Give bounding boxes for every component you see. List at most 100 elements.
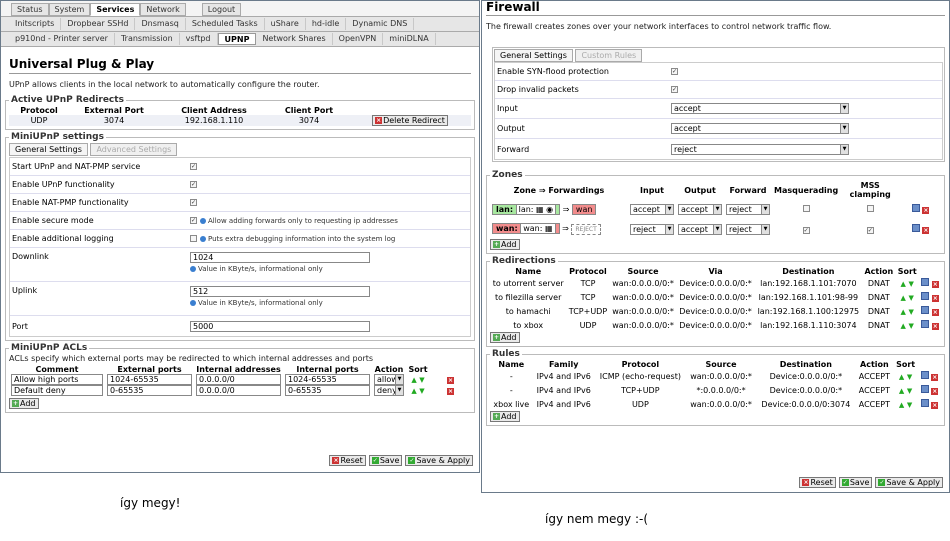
delete-icon[interactable]: × bbox=[447, 388, 454, 395]
mss-clamping-checkbox[interactable] bbox=[866, 204, 874, 212]
add-rule-button[interactable]: + Add bbox=[490, 411, 520, 422]
zone-input-select[interactable]: reject ▼ bbox=[630, 223, 674, 235]
input-policy-select[interactable]: accept ▼ bbox=[671, 103, 849, 114]
tab-general-settings[interactable]: General Settings bbox=[494, 49, 573, 62]
move-up-icon[interactable]: ▲ bbox=[899, 387, 904, 395]
subtab-dynamic-dns[interactable]: Dynamic DNS bbox=[346, 18, 415, 30]
move-up-icon[interactable]: ▲ bbox=[899, 401, 904, 409]
subtab-vsftpd[interactable]: vsftpd bbox=[180, 33, 218, 45]
subtab-openvpn[interactable]: OpenVPN bbox=[333, 33, 384, 45]
move-up-icon[interactable]: ▲ bbox=[899, 373, 904, 381]
tab-system[interactable]: System bbox=[48, 3, 91, 16]
tab-logout[interactable]: Logout bbox=[201, 3, 242, 16]
edit-icon[interactable] bbox=[920, 399, 929, 407]
tab-custom-rules[interactable]: Custom Rules bbox=[575, 49, 643, 62]
tab-advanced-settings[interactable]: Advanced Settings bbox=[90, 143, 178, 156]
reset-button[interactable]: × Reset bbox=[799, 477, 836, 488]
move-up-icon[interactable]: ▲ bbox=[901, 294, 906, 302]
add-redirection-button[interactable]: + Add bbox=[490, 332, 520, 343]
subtab-ushare[interactable]: uShare bbox=[265, 18, 306, 30]
subtab-minidlna[interactable]: miniDLNA bbox=[383, 33, 436, 45]
zone-forward-select[interactable]: reject ▼ bbox=[726, 223, 770, 235]
delete-icon[interactable]: × bbox=[931, 323, 939, 330]
downlink-input[interactable]: 1024 bbox=[190, 252, 370, 263]
delete-redirect-button[interactable]: × Delete Redirect bbox=[372, 115, 448, 126]
acl-action-select[interactable]: allow ▼ bbox=[374, 374, 404, 385]
edit-icon[interactable] bbox=[920, 371, 929, 379]
masquerading-checkbox[interactable] bbox=[802, 204, 810, 212]
tab-status[interactable]: Status bbox=[11, 3, 49, 16]
edit-icon[interactable] bbox=[921, 278, 930, 286]
save-apply-button[interactable]: ✓ Save & Apply bbox=[405, 455, 473, 466]
uplink-input[interactable]: 512 bbox=[190, 286, 370, 297]
subtab-upnp[interactable]: UPNP bbox=[217, 33, 257, 45]
delete-icon[interactable]: × bbox=[931, 388, 939, 395]
delete-icon[interactable]: × bbox=[931, 374, 939, 381]
delete-icon[interactable]: × bbox=[922, 227, 930, 234]
subtab-network-shares[interactable]: Network Shares bbox=[256, 33, 333, 45]
edit-icon[interactable] bbox=[921, 292, 930, 300]
subtab-scheduled-tasks[interactable]: Scheduled Tasks bbox=[186, 18, 265, 30]
save-button[interactable]: ✓ Save bbox=[368, 455, 403, 466]
move-down-icon[interactable]: ▼ bbox=[419, 387, 424, 395]
tab-general-settings[interactable]: General Settings bbox=[9, 143, 88, 156]
delete-icon[interactable]: × bbox=[931, 295, 939, 302]
start-service-checkbox[interactable]: ✓ bbox=[190, 163, 197, 170]
zone-output-select[interactable]: accept ▼ bbox=[678, 223, 722, 235]
move-up-icon[interactable]: ▲ bbox=[901, 322, 906, 330]
subtab-p910nd[interactable]: p910nd - Printer server bbox=[9, 33, 115, 45]
output-policy-select[interactable]: accept ▼ bbox=[671, 123, 849, 134]
tab-network[interactable]: Network bbox=[140, 3, 186, 16]
move-up-icon[interactable]: ▲ bbox=[411, 376, 416, 384]
enable-natpmp-checkbox[interactable]: ✓ bbox=[190, 199, 197, 206]
subtab-dropbear[interactable]: Dropbear SSHd bbox=[61, 18, 136, 30]
acl-internal-ports-input[interactable]: 0-65535 bbox=[285, 385, 370, 396]
masquerading-checkbox[interactable]: ✓ bbox=[802, 226, 810, 234]
edit-icon[interactable] bbox=[920, 385, 929, 393]
reset-button[interactable]: × Reset bbox=[329, 455, 366, 466]
zone-output-select[interactable]: accept ▼ bbox=[678, 203, 722, 215]
edit-icon[interactable] bbox=[911, 204, 920, 212]
delete-icon[interactable]: × bbox=[931, 309, 939, 316]
move-up-icon[interactable]: ▲ bbox=[901, 308, 906, 316]
move-up-icon[interactable]: ▲ bbox=[901, 280, 906, 288]
add-zone-button[interactable]: + Add bbox=[490, 239, 520, 250]
acl-internal-ports-input[interactable]: 1024-65535 bbox=[285, 374, 370, 385]
edit-icon[interactable] bbox=[921, 320, 930, 328]
edit-icon[interactable] bbox=[921, 306, 930, 314]
acl-action-select[interactable]: deny ▼ bbox=[374, 385, 404, 396]
logging-checkbox[interactable] bbox=[190, 235, 197, 242]
move-down-icon[interactable]: ▼ bbox=[908, 308, 913, 316]
delete-icon[interactable]: × bbox=[922, 207, 930, 214]
subtab-transmission[interactable]: Transmission bbox=[115, 33, 180, 45]
zone-input-select[interactable]: accept ▼ bbox=[630, 203, 674, 215]
edit-icon[interactable] bbox=[911, 224, 920, 232]
subtab-dnsmasq[interactable]: Dnsmasq bbox=[135, 18, 186, 30]
acl-comment-input[interactable]: Default deny bbox=[11, 385, 103, 396]
move-down-icon[interactable]: ▼ bbox=[419, 376, 424, 384]
acl-internal-addresses-input[interactable]: 0.0.0.0/0 bbox=[196, 374, 281, 385]
drop-invalid-checkbox[interactable]: ✓ bbox=[671, 86, 678, 93]
move-down-icon[interactable]: ▼ bbox=[908, 322, 913, 330]
acl-external-ports-input[interactable]: 1024-65535 bbox=[107, 374, 192, 385]
delete-icon[interactable]: × bbox=[931, 402, 939, 409]
move-up-icon[interactable]: ▲ bbox=[411, 387, 416, 395]
secure-mode-checkbox[interactable]: ✓ bbox=[190, 217, 197, 224]
acl-internal-addresses-input[interactable]: 0.0.0.0/0 bbox=[196, 385, 281, 396]
tab-services[interactable]: Services bbox=[90, 3, 141, 16]
add-acl-button[interactable]: + Add bbox=[9, 398, 39, 409]
save-button[interactable]: ✓ Save bbox=[838, 477, 873, 488]
delete-icon[interactable]: × bbox=[931, 281, 939, 288]
port-input[interactable]: 5000 bbox=[190, 320, 370, 332]
mss-clamping-checkbox[interactable]: ✓ bbox=[866, 226, 874, 234]
forward-policy-select[interactable]: reject ▼ bbox=[671, 143, 849, 155]
delete-icon[interactable]: × bbox=[447, 377, 454, 384]
move-down-icon[interactable]: ▼ bbox=[907, 373, 912, 381]
move-down-icon[interactable]: ▼ bbox=[907, 387, 912, 395]
acl-comment-input[interactable]: Allow high ports bbox=[11, 374, 103, 385]
zone-forward-select[interactable]: reject ▼ bbox=[726, 203, 770, 215]
subtab-initscripts[interactable]: Initscripts bbox=[9, 18, 62, 30]
acl-external-ports-input[interactable]: 0-65535 bbox=[107, 385, 192, 396]
subtab-hd-idle[interactable]: hd-idle bbox=[306, 18, 347, 30]
synflood-checkbox[interactable]: ✓ bbox=[671, 68, 678, 75]
